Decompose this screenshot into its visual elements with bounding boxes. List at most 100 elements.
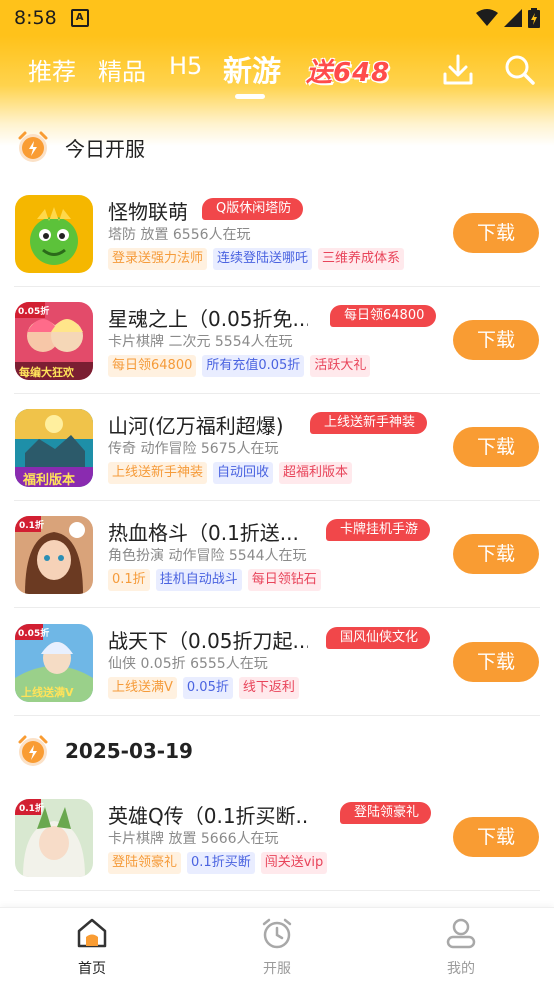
- tag: 登录送强力法师: [108, 248, 208, 270]
- game-icon-star-soul: 0.05折 每编大狂欢: [15, 302, 93, 380]
- discount-label: 0.05折: [18, 307, 50, 317]
- search-icon[interactable]: [502, 52, 538, 88]
- game-title: 热血格斗（0.1折送...: [108, 521, 299, 545]
- nav-home[interactable]: 首页: [42, 916, 142, 978]
- tag: 闯关送vip: [260, 852, 328, 874]
- tag: 上线送新手神装: [108, 462, 208, 484]
- tag: 0.1折买断: [187, 852, 255, 874]
- tag: 每日领64800: [108, 355, 197, 377]
- divider: [14, 607, 540, 608]
- section-today-servers: 今日开服: [0, 127, 554, 167]
- discount-label: 0.1折: [19, 804, 44, 814]
- game-title: 战天下（0.05折刀起...: [108, 629, 308, 653]
- divider: [14, 890, 540, 891]
- tag: 连续登陆送哪吒: [213, 248, 313, 270]
- game-subtitle: 角色扮演 动作冒险 5544人在玩: [108, 548, 307, 564]
- list-item[interactable]: 0.05折 上线送满V 战天下（0.05折刀起... 国风仙侠文化 仙侠 0.0…: [0, 609, 554, 716]
- download-button[interactable]: 下载: [453, 642, 539, 682]
- game-icon-shanhe: 福利版本: [15, 409, 93, 487]
- list-item[interactable]: 怪物联萌 Q版休闲塔防 塔防 放置 6556人在玩 登录送强力法师 连续登陆送哪…: [0, 180, 554, 287]
- game-badge: Q版休闲塔防: [202, 198, 304, 220]
- game-subtitle: 传奇 动作冒险 5675人在玩: [108, 441, 279, 457]
- icon-caption: 福利版本: [23, 473, 76, 487]
- tab-new-games[interactable]: 新游: [223, 48, 281, 90]
- download-button[interactable]: 下载: [453, 817, 539, 857]
- tab-h5[interactable]: H5: [169, 52, 202, 80]
- list-item[interactable]: 福利版本 山河(亿万福利超爆) 上线送新手神装 传奇 动作冒险 5675人在玩 …: [0, 394, 554, 501]
- status-bar: 8:58 A: [0, 0, 554, 36]
- tab-featured[interactable]: 精品: [98, 52, 146, 87]
- download-button[interactable]: 下载: [453, 534, 539, 574]
- notification-a-icon: A: [70, 9, 89, 27]
- discount-label: 0.1折: [19, 521, 44, 531]
- battery-icon: [528, 8, 540, 28]
- icon-caption: 上线送满V: [21, 686, 74, 699]
- icon-caption: 每编大狂欢: [19, 366, 74, 379]
- tag: 线下返利: [238, 677, 299, 699]
- game-title: 星魂之上（0.05折免...: [108, 307, 308, 331]
- game-tags: 上线送满V 0.05折 线下返利: [108, 677, 299, 699]
- section-title: 今日开服: [65, 136, 145, 161]
- alarm-clock-icon: [18, 735, 48, 766]
- game-icon-hot-blood: 0.1折: [15, 516, 93, 594]
- tag: 三维养成体系: [318, 248, 405, 270]
- divider: [14, 715, 540, 716]
- tag: 自动回收: [213, 462, 274, 484]
- nav-label: 首页: [78, 961, 106, 977]
- game-subtitle: 卡片棋牌 放置 5666人在玩: [108, 831, 279, 847]
- section-title: 2025-03-19: [65, 739, 193, 763]
- profile-icon: [446, 918, 476, 949]
- game-subtitle: 仙侠 0.05折 6555人在玩: [108, 656, 268, 672]
- section-date: 2025-03-19: [0, 731, 554, 771]
- game-title: 怪物联萌: [108, 200, 188, 224]
- download-button[interactable]: 下载: [453, 427, 539, 467]
- alarm-clock-icon: [262, 918, 292, 949]
- game-icon-zhantianxia: 0.05折 上线送满V: [15, 624, 93, 702]
- game-tags: 每日领64800 所有充值0.05折 活跃大礼: [108, 355, 371, 377]
- game-badge: 卡牌挂机手游: [326, 519, 431, 541]
- active-tab-indicator: [235, 94, 265, 99]
- tab-recommend[interactable]: 推荐: [28, 52, 76, 87]
- game-title: 山河(亿万福利超爆): [108, 414, 284, 438]
- game-badge: 登陆领豪礼: [340, 802, 432, 824]
- tag: 登陆领豪礼: [108, 852, 182, 874]
- promo-send-648[interactable]: 送648: [306, 52, 390, 89]
- tag: 所有充值0.05折: [202, 355, 305, 377]
- status-time: 8:58: [14, 7, 57, 29]
- game-tags: 上线送新手神装 自动回收 超福利版本: [108, 462, 353, 484]
- alarm-clock-icon: [18, 131, 48, 162]
- nav-label: 开服: [263, 961, 291, 977]
- bottom-nav: 首页 开服 我的: [0, 907, 554, 987]
- game-badge: 上线送新手神装: [310, 412, 428, 434]
- list-item[interactable]: 0.1折 热血格斗（0.1折送... 卡牌挂机手游 角色扮演 动作冒险 5544…: [0, 501, 554, 608]
- status-icons: [476, 8, 540, 28]
- game-subtitle: 卡片棋牌 二次元 5554人在玩: [108, 334, 293, 350]
- home-icon: [77, 918, 107, 948]
- list-item[interactable]: 0.05折 每编大狂欢 星魂之上（0.05折免... 每日领64800 卡片棋牌…: [0, 287, 554, 394]
- discount-label: 0.05折: [18, 629, 50, 639]
- game-tags: 0.1折 挂机自动战斗 每日领钻石: [108, 569, 321, 591]
- game-title: 英雄Q传（0.1折买断...: [108, 804, 308, 828]
- signal-icon: [504, 9, 522, 27]
- download-button[interactable]: 下载: [453, 320, 539, 360]
- game-tags: 登录送强力法师 连续登陆送哪吒 三维养成体系: [108, 248, 405, 270]
- download-button[interactable]: 下载: [453, 213, 539, 253]
- game-badge: 每日领64800: [330, 305, 437, 327]
- nav-servers[interactable]: 开服: [227, 916, 327, 978]
- nav-label: 我的: [447, 961, 475, 977]
- tag: 挂机自动战斗: [155, 569, 242, 591]
- game-icon-monster: [15, 195, 93, 273]
- download-icon[interactable]: [440, 52, 476, 88]
- list-item[interactable]: 0.1折 英雄Q传（0.1折买断... 登陆领豪礼 卡片棋牌 放置 5666人在…: [0, 784, 554, 891]
- tag: 0.1折: [108, 569, 150, 591]
- game-badge: 国风仙侠文化: [326, 627, 431, 649]
- wifi-icon: [476, 9, 498, 26]
- top-tabs: 推荐 精品 H5 新游 送648: [0, 44, 554, 99]
- game-tags: 登陆领豪礼 0.1折买断 闯关送vip: [108, 852, 328, 874]
- tag: 0.05折: [182, 677, 233, 699]
- game-subtitle: 塔防 放置 6556人在玩: [108, 227, 251, 243]
- tag: 上线送满V: [108, 677, 177, 699]
- game-icon-hero-q: 0.1折: [15, 799, 93, 877]
- nav-profile[interactable]: 我的: [411, 916, 511, 978]
- tag: 每日领钻石: [247, 569, 321, 591]
